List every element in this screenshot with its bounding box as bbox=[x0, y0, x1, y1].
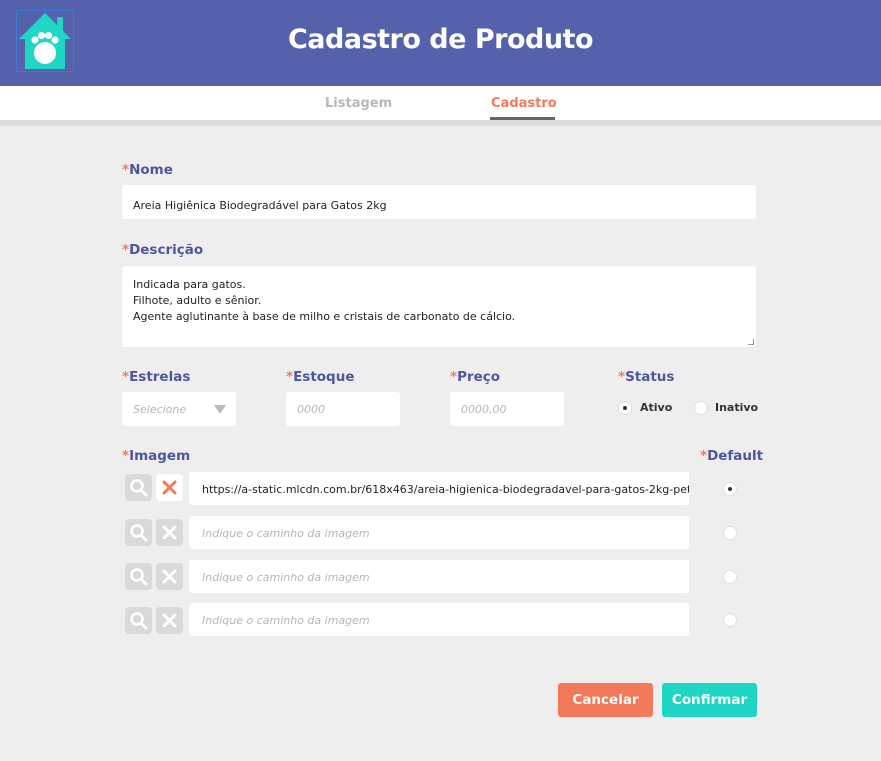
status-ativo-label[interactable]: Ativo bbox=[640, 401, 672, 414]
status-label: *Status bbox=[618, 369, 675, 385]
image-url-placeholder: Indique o caminho da imagem bbox=[202, 571, 370, 584]
remove-image-button[interactable] bbox=[156, 519, 183, 546]
nome-label: *Nome bbox=[122, 162, 173, 178]
imagem-label: *Imagem bbox=[122, 448, 191, 464]
remove-image-button[interactable] bbox=[156, 607, 183, 634]
estrelas-label: *Estrelas bbox=[122, 369, 191, 385]
remove-image-button[interactable] bbox=[156, 474, 183, 501]
close-icon bbox=[162, 569, 177, 584]
search-image-button[interactable] bbox=[125, 519, 152, 546]
image-url-input[interactable]: Indique o caminho da imagem bbox=[189, 560, 689, 593]
nome-input[interactable]: Areia Higiênica Biodegradável para Gatos… bbox=[122, 185, 756, 219]
search-image-button[interactable] bbox=[125, 474, 152, 501]
default-label: *Default bbox=[700, 448, 764, 464]
app-header: Cadastro de Produto bbox=[0, 0, 881, 86]
tab-bar-divider bbox=[0, 120, 881, 126]
page-title: Cadastro de Produto bbox=[287, 24, 594, 55]
search-image-button[interactable] bbox=[125, 607, 152, 634]
descricao-line: Agente aglutinante à base de milho e cri… bbox=[133, 310, 516, 323]
confirm-button[interactable]: Confirmar bbox=[662, 683, 757, 717]
remove-image-button[interactable] bbox=[156, 563, 183, 590]
tab-cadastro[interactable]: Cadastro bbox=[491, 96, 557, 111]
descricao-label: *Descrição bbox=[122, 242, 204, 258]
image-url-input[interactable]: https://a-static.mlcdn.com.br/618x463/ar… bbox=[189, 472, 689, 505]
close-icon bbox=[162, 525, 177, 540]
estoque-input[interactable]: 0000 bbox=[286, 392, 400, 426]
close-icon bbox=[162, 480, 177, 495]
image-url-placeholder: Indique o caminho da imagem bbox=[202, 527, 370, 540]
estrelas-placeholder: Selecione bbox=[133, 403, 187, 416]
default-image-radio[interactable] bbox=[723, 613, 737, 627]
resize-handle[interactable] bbox=[748, 339, 754, 345]
image-url-input[interactable]: Indique o caminho da imagem bbox=[189, 516, 689, 549]
estoque-label: *Estoque bbox=[286, 369, 355, 385]
close-icon bbox=[162, 613, 177, 628]
nome-input-value: Areia Higiênica Biodegradável para Gatos… bbox=[133, 199, 387, 212]
status-ativo-radio[interactable] bbox=[618, 401, 632, 415]
estrelas-select[interactable]: Selecione bbox=[122, 392, 236, 426]
tab-bar: Listagem Cadastro bbox=[0, 86, 881, 120]
tab-listagem[interactable]: Listagem bbox=[325, 96, 392, 111]
status-inativo-label[interactable]: Inativo bbox=[715, 401, 758, 414]
descricao-textarea[interactable]: Indicada para gatos. Filhote, adulto e s… bbox=[122, 266, 756, 347]
descricao-line: Indicada para gatos. bbox=[133, 278, 246, 291]
preco-input[interactable]: 0000,00 bbox=[450, 392, 564, 426]
search-icon bbox=[130, 479, 148, 497]
default-image-radio[interactable] bbox=[723, 570, 737, 584]
search-icon bbox=[130, 612, 148, 630]
image-url-input[interactable]: Indique o caminho da imagem bbox=[189, 603, 689, 636]
search-image-button[interactable] bbox=[125, 563, 152, 590]
image-url-value: https://a-static.mlcdn.com.br/618x463/ar… bbox=[202, 483, 689, 496]
chevron-down-icon bbox=[214, 405, 226, 414]
default-image-radio[interactable] bbox=[723, 482, 737, 496]
preco-label: *Preço bbox=[450, 369, 501, 385]
image-url-placeholder: Indique o caminho da imagem bbox=[202, 614, 370, 627]
status-inativo-radio[interactable] bbox=[694, 401, 708, 415]
descricao-line: Filhote, adulto e sênior. bbox=[133, 294, 262, 307]
default-image-radio[interactable] bbox=[723, 526, 737, 540]
cancel-button[interactable]: Cancelar bbox=[558, 683, 653, 717]
preco-placeholder: 0000,00 bbox=[461, 403, 507, 416]
search-icon bbox=[130, 568, 148, 586]
estoque-placeholder: 0000 bbox=[297, 403, 325, 416]
search-icon bbox=[130, 524, 148, 542]
